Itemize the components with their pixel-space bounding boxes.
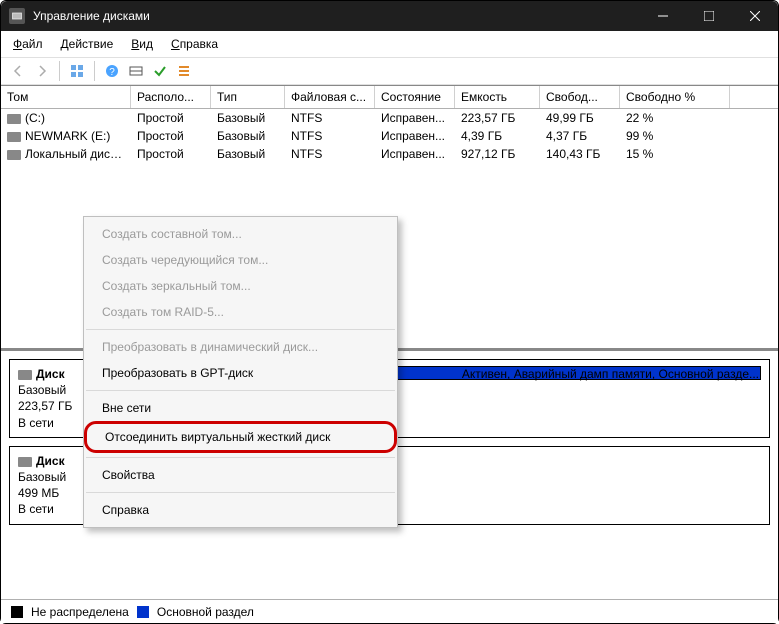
menu-file[interactable]: Файл [11,35,45,53]
cell: (C:) [25,111,45,125]
menubar: Файл Действие Вид Справка [1,31,778,58]
cell: NTFS [285,127,375,145]
ctx-create-spanned[interactable]: Создать составной том... [84,221,397,247]
ctx-create-striped[interactable]: Создать чередующийся том... [84,247,397,273]
back-button[interactable] [7,60,29,82]
col-volume[interactable]: Том [1,86,131,108]
cell: 4,37 ГБ [540,127,620,145]
ctx-create-raid5[interactable]: Создать том RAID-5... [84,299,397,325]
cell: 15 % [620,145,730,163]
menu-view[interactable]: Вид [129,35,155,53]
toolbar-separator [94,61,95,81]
ctx-separator [86,329,395,330]
table-row[interactable]: (C:) Простой Базовый NTFS Исправен... 22… [1,109,778,127]
disk-icon [18,370,32,380]
col-layout[interactable]: Располо... [131,86,211,108]
cell: 223,57 ГБ [455,109,540,127]
cell: NTFS [285,109,375,127]
col-capacity[interactable]: Емкость [455,86,540,108]
titlebar: Управление дисками [1,1,778,31]
cell: Простой [131,127,211,145]
col-free[interactable]: Свобод... [540,86,620,108]
app-icon [9,8,25,24]
ctx-convert-dynamic[interactable]: Преобразовать в динамический диск... [84,334,397,360]
cell: 927,12 ГБ [455,145,540,163]
ctx-help[interactable]: Справка [84,497,397,523]
cell: 99 % [620,127,730,145]
cell: Локальный диск (... [25,147,131,161]
context-menu: Создать составной том... Создать чередую… [83,216,398,528]
cell: NEWMARK (E:) [25,129,110,143]
cell: NTFS [285,145,375,163]
cell: Исправен... [375,145,455,163]
menu-action[interactable]: Действие [59,35,116,53]
disk-icon [7,150,21,160]
ctx-separator [86,457,395,458]
ctx-separator [86,492,395,493]
cell: Базовый [211,109,285,127]
cell: Простой [131,145,211,163]
legend-unallocated: Не распределена [31,605,129,619]
cell: Простой [131,109,211,127]
ctx-convert-gpt[interactable]: Преобразовать в GPT-диск [84,360,397,386]
cell: 49,99 ГБ [540,109,620,127]
cell: 140,43 ГБ [540,145,620,163]
ctx-create-mirror[interactable]: Создать зеркальный том... [84,273,397,299]
cell: Исправен... [375,109,455,127]
toolbar-separator [59,61,60,81]
help-button[interactable]: ? [101,60,123,82]
disk-icon [18,457,32,467]
table-row[interactable]: Локальный диск (... Простой Базовый NTFS… [1,145,778,163]
svg-text:?: ? [109,67,115,78]
menu-help[interactable]: Справка [169,35,220,53]
ctx-offline[interactable]: Вне сети [84,395,397,421]
cell: 22 % [620,109,730,127]
col-filesystem[interactable]: Файловая с... [285,86,375,108]
table-row[interactable]: NEWMARK (E:) Простой Базовый NTFS Исправ… [1,127,778,145]
disk-icon [7,132,21,142]
legend-unallocated-icon [11,606,23,618]
cell: Исправен... [375,127,455,145]
ctx-properties[interactable]: Свойства [84,462,397,488]
toolbar: ? [1,58,778,85]
cell: Базовый [211,127,285,145]
close-button[interactable] [732,1,778,31]
forward-button[interactable] [31,60,53,82]
col-status[interactable]: Состояние [375,86,455,108]
views-button[interactable] [66,60,88,82]
status-bar: Не распределена Основной раздел [1,599,778,623]
cell: 4,39 ГБ [455,127,540,145]
legend-primary: Основной раздел [157,605,254,619]
legend-primary-icon [137,606,149,618]
ctx-detach-vhd[interactable]: Отсоединить виртуальный жесткий диск [84,421,397,453]
volume-table-header: Том Располо... Тип Файловая с... Состоян… [1,85,778,109]
list-button[interactable] [173,60,195,82]
disk-icon [7,114,21,124]
check-button[interactable] [149,60,171,82]
maximize-button[interactable] [686,1,732,31]
col-type[interactable]: Тип [211,86,285,108]
minimize-button[interactable] [640,1,686,31]
settings-button[interactable] [125,60,147,82]
cell: Базовый [211,145,285,163]
ctx-separator [86,390,395,391]
window-title: Управление дисками [33,9,640,23]
col-free-pct[interactable]: Свободно % [620,86,730,108]
